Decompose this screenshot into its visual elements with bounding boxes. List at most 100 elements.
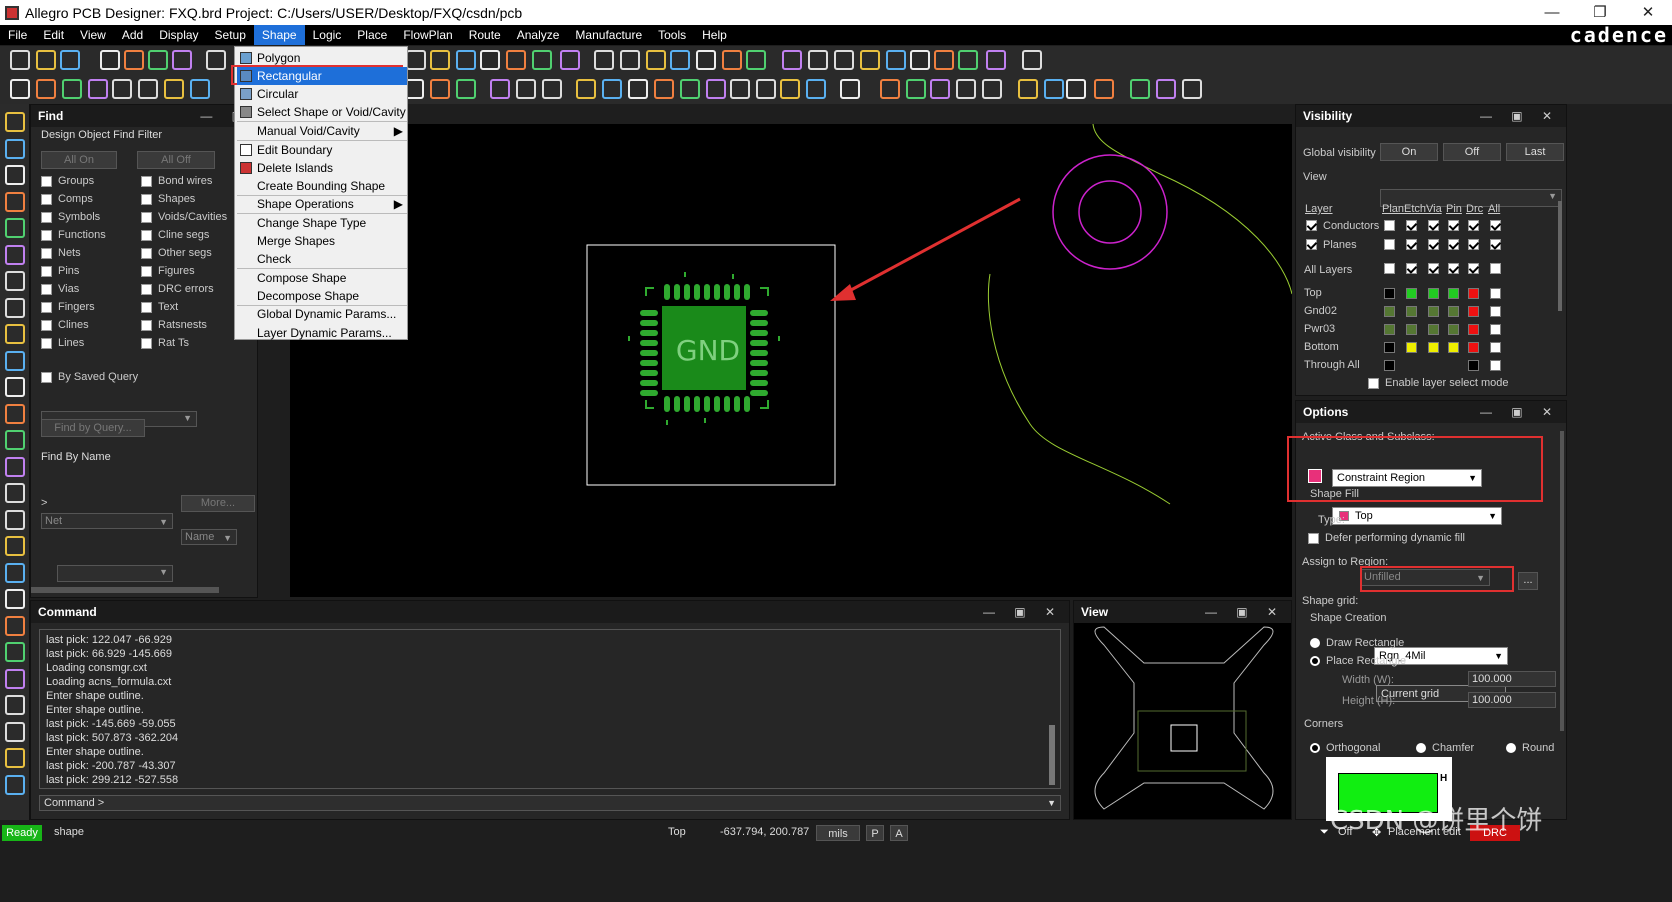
tool-button-icon[interactable] <box>5 165 25 185</box>
toolbar-button-icon[interactable] <box>680 79 700 99</box>
find-filter-item[interactable]: Other segs <box>141 247 212 259</box>
menu-add[interactable]: Add <box>114 25 151 45</box>
toolbar-button-icon[interactable] <box>560 50 580 70</box>
defer-fill-option[interactable]: Defer performing dynamic fill <box>1308 532 1465 544</box>
toolbar-button-icon[interactable] <box>628 79 648 99</box>
layer-color-swatch[interactable] <box>1428 288 1439 299</box>
enable-layer-select[interactable]: Enable layer select mode <box>1368 377 1509 389</box>
menu-setup[interactable]: Setup <box>207 25 254 45</box>
layer-color-swatch[interactable] <box>1384 360 1395 371</box>
find-filter-item[interactable]: Vias <box>41 283 79 295</box>
close-button[interactable]: ✕ <box>1624 0 1672 25</box>
height-input[interactable]: 100.000 <box>1468 692 1556 708</box>
layer-color-swatch[interactable] <box>1448 342 1459 353</box>
shape-menu-item[interactable]: Manual Void/Cavity ▶ <box>237 122 407 140</box>
tool-button-icon[interactable] <box>5 403 25 424</box>
all-off-button[interactable]: All Off <box>137 151 215 169</box>
toolbar-button-icon[interactable] <box>190 79 210 99</box>
find-filter-checkbox[interactable] <box>41 175 52 187</box>
find-filter-item[interactable]: Nets <box>41 247 81 259</box>
visibility-checkbox[interactable] <box>1384 239 1395 250</box>
menu-analyze[interactable]: Analyze <box>509 25 568 45</box>
layer-color-swatch[interactable] <box>1490 324 1501 335</box>
toolbar-button-icon[interactable] <box>406 50 426 70</box>
tool-button-icon[interactable] <box>5 483 25 503</box>
find-filter-item[interactable]: Text <box>141 301 178 313</box>
shape-menu-item[interactable]: Decompose Shape <box>237 287 407 305</box>
layer-color-swatch[interactable] <box>1384 288 1395 299</box>
toolbar-button-icon[interactable] <box>706 79 726 99</box>
toolbar-button-icon[interactable] <box>60 50 80 70</box>
find-filter-checkbox[interactable] <box>41 265 52 277</box>
layer-color-swatch[interactable] <box>1428 324 1439 335</box>
toolbar-button-icon[interactable] <box>1094 79 1114 99</box>
toolbar-button-icon[interactable] <box>430 50 450 70</box>
shape-menu-item[interactable]: Select Shape or Void/Cavity <box>237 103 407 121</box>
toolbar-button-icon[interactable] <box>148 50 168 70</box>
visibility-checkbox[interactable] <box>1428 263 1439 274</box>
command-input[interactable]: Command > ▼ <box>39 795 1061 811</box>
visibility-checkbox[interactable] <box>1468 263 1479 274</box>
toolbar-button-icon[interactable] <box>542 79 562 99</box>
layer-color-swatch[interactable] <box>1468 288 1479 299</box>
toolbar-button-icon[interactable] <box>88 79 108 99</box>
find-filter-item[interactable]: Figures <box>141 265 195 277</box>
visibility-checkbox[interactable] <box>1384 263 1395 274</box>
shape-menu-item[interactable]: Global Dynamic Params... <box>237 305 407 323</box>
toolbar-button-icon[interactable] <box>10 50 30 70</box>
toolbar-button-icon[interactable] <box>860 50 880 70</box>
round-option[interactable]: Round <box>1506 742 1554 754</box>
find-filter-checkbox[interactable] <box>41 337 52 349</box>
menu-logic[interactable]: Logic <box>305 25 350 45</box>
layer-color-swatch[interactable] <box>1490 306 1501 317</box>
layer-color-swatch[interactable] <box>1490 342 1501 353</box>
find-filter-item[interactable]: Shapes <box>141 193 195 205</box>
toolbar-button-icon[interactable] <box>516 79 536 99</box>
visibility-on-button[interactable]: On <box>1380 143 1438 161</box>
find-filter-checkbox[interactable] <box>41 229 52 241</box>
layer-color-swatch[interactable] <box>1406 342 1417 353</box>
saved-query-option[interactable]: By Saved Query <box>41 371 138 383</box>
filter-icon[interactable]: ⏷ <box>1320 826 1329 839</box>
a-button[interactable]: A <box>890 825 908 841</box>
visibility-checkbox[interactable] <box>1448 239 1459 250</box>
toolbar-button-icon[interactable] <box>1022 50 1042 70</box>
tool-button-icon[interactable] <box>5 456 25 477</box>
visibility-checkbox[interactable] <box>1490 263 1501 274</box>
toolbar-button-icon[interactable] <box>36 50 56 70</box>
find-filter-item[interactable]: Symbols <box>41 211 100 223</box>
find-filter-checkbox[interactable] <box>141 211 152 223</box>
tool-button-icon[interactable] <box>5 138 25 159</box>
toolbar-button-icon[interactable] <box>746 50 766 70</box>
visibility-checkbox[interactable] <box>1428 220 1439 231</box>
toolbar-button-icon[interactable] <box>880 79 900 99</box>
tool-button-icon[interactable] <box>5 695 25 715</box>
visibility-checkbox[interactable] <box>1406 263 1417 274</box>
toolbar-button-icon[interactable] <box>594 50 614 70</box>
units-field[interactable]: mils <box>816 825 860 841</box>
find-filter-checkbox[interactable] <box>141 265 152 277</box>
layer-color-swatch[interactable] <box>1428 342 1439 353</box>
shape-menu-item[interactable]: Compose Shape <box>237 269 407 287</box>
toolbar-button-icon[interactable] <box>986 50 1006 70</box>
toolbar-button-icon[interactable] <box>782 50 802 70</box>
visibility-checkbox[interactable] <box>1406 239 1417 250</box>
find-filter-item[interactable]: Cline segs <box>141 229 209 241</box>
tool-button-icon[interactable] <box>5 589 25 609</box>
find-by-query-button[interactable]: Find by Query... <box>41 419 145 437</box>
layer-color-swatch[interactable] <box>1448 306 1459 317</box>
layer-color-swatch[interactable] <box>1490 288 1501 299</box>
visibility-off-button[interactable]: Off <box>1443 143 1501 161</box>
find-filter-checkbox[interactable] <box>141 319 152 331</box>
menu-help[interactable]: Help <box>694 25 735 45</box>
tool-button-icon[interactable] <box>5 297 25 318</box>
menu-edit[interactable]: Edit <box>35 25 72 45</box>
menu-place[interactable]: Place <box>349 25 395 45</box>
region-browse-button[interactable]: ... <box>1518 572 1538 590</box>
command-scrollbar[interactable] <box>1049 725 1055 785</box>
toolbar-button-icon[interactable] <box>670 50 690 70</box>
toolbar-button-icon[interactable] <box>1066 79 1086 99</box>
find-filter-item[interactable]: Pins <box>41 265 79 277</box>
visibility-checkbox[interactable] <box>1448 220 1459 231</box>
visibility-checkbox[interactable] <box>1406 220 1417 231</box>
